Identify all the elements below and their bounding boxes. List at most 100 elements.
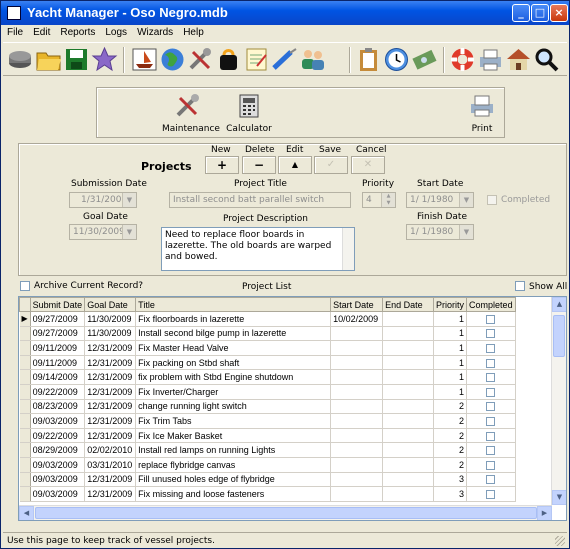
folder-icon[interactable] (35, 46, 62, 73)
cell-goal-date[interactable]: 11/30/2009 (84, 326, 137, 342)
dropdown-arrow-icon[interactable]: ▼ (122, 193, 136, 207)
cell-priority[interactable]: 1 (433, 326, 468, 342)
cell-goal-date[interactable]: 12/31/2009 (84, 413, 137, 429)
cell-submit-date[interactable]: 09/22/2009 (30, 428, 86, 444)
archive-checkbox[interactable] (20, 281, 30, 291)
cell-title[interactable]: Fix Inverter/Charger (135, 384, 332, 400)
completed-row-checkbox[interactable] (486, 387, 496, 397)
row-selector[interactable] (19, 369, 31, 385)
completed-row-checkbox[interactable] (486, 489, 496, 499)
notepad-icon[interactable] (243, 46, 270, 73)
cell-submit-date[interactable]: 09/03/2009 (30, 457, 86, 473)
cell-start-date[interactable] (330, 399, 384, 415)
dropdown-arrow-icon[interactable]: ▼ (459, 225, 473, 239)
row-selector[interactable] (19, 442, 31, 458)
table-row[interactable]: 09/11/2009 12/31/2009 Fix packing on Stbd … (19, 355, 567, 371)
completed-row-checkbox[interactable] (486, 358, 496, 368)
cell-goal-date[interactable]: 12/31/2009 (84, 384, 137, 400)
table-row[interactable]: 09/14/2009 12/31/2009 fix problem with Stb… (19, 369, 567, 385)
printer-icon[interactable] (477, 46, 504, 73)
goal-date-field[interactable]: 11/30/2009 ▼ (69, 224, 137, 240)
col-title[interactable]: Title (135, 297, 332, 312)
cell-submit-date[interactable]: 09/11/2009 (30, 340, 86, 356)
project-description-field[interactable]: Need to replace floor boards in lazerett… (161, 227, 355, 271)
completed-row-checkbox[interactable] (486, 373, 496, 383)
completed-row-checkbox[interactable] (486, 417, 496, 427)
save-button[interactable]: ✓ (314, 156, 348, 174)
lifebuoy-icon[interactable] (449, 46, 476, 73)
delete-button[interactable]: − (242, 156, 276, 174)
table-row[interactable]: 09/11/2009 12/31/2009 Fix Master Head Valv… (19, 340, 567, 356)
cell-priority[interactable]: 1 (433, 384, 468, 400)
table-row[interactable]: 08/29/2009 02/02/2010 Install red lamps on… (19, 442, 567, 458)
spin-arrows-icon[interactable]: ▲ ▼ (381, 193, 395, 207)
cell-end-date[interactable] (382, 369, 435, 385)
cancel-button[interactable]: ✕ (351, 156, 385, 174)
maintenance-button[interactable]: Maintenance (162, 93, 220, 134)
cell-end-date[interactable] (382, 442, 435, 458)
current-row-indicator-icon[interactable]: ▶ (19, 311, 31, 327)
row-selector[interactable] (19, 413, 31, 429)
cell-goal-date[interactable]: 12/31/2009 (84, 399, 137, 415)
menu-wizards[interactable]: Wizards (131, 25, 177, 38)
table-row[interactable]: 09/03/2009 12/31/2009 Fix missing and loos… (19, 486, 567, 502)
cell-priority[interactable]: 3 (433, 486, 468, 502)
star-icon[interactable] (91, 46, 118, 73)
cell-start-date[interactable] (330, 340, 384, 356)
table-row[interactable]: 09/03/2009 12/31/2009 Fix Trim Tabs 2 (19, 413, 567, 429)
col-submit-date[interactable]: Submit Date (29, 297, 86, 312)
table-row[interactable]: 09/03/2009 12/31/2009 Fill unused holes ed… (19, 472, 567, 488)
col-start-date[interactable]: Start Date (330, 297, 384, 312)
completed-row-checkbox[interactable] (486, 446, 496, 456)
edit-button[interactable]: ▲ (278, 156, 312, 174)
cell-title[interactable]: Install red lamps on running Lights (135, 442, 332, 458)
cell-end-date[interactable] (382, 340, 435, 356)
cell-start-date[interactable]: 10/02/2009 (330, 311, 384, 327)
cell-priority[interactable]: 2 (433, 457, 468, 473)
cell-end-date[interactable] (382, 311, 435, 327)
cell-submit-date[interactable]: 09/22/2009 (30, 384, 86, 400)
col-goal-date[interactable]: Goal Date (84, 297, 137, 312)
table-row[interactable]: 08/23/2009 12/31/2009 change running light… (19, 399, 567, 415)
drill-icon[interactable] (271, 46, 298, 73)
cell-end-date[interactable] (382, 384, 435, 400)
cell-priority[interactable]: 1 (433, 311, 468, 327)
row-selector[interactable] (19, 384, 31, 400)
money-icon[interactable] (411, 46, 438, 73)
cell-title[interactable]: Fix missing and loose fasteners (135, 486, 332, 502)
magnifier-icon[interactable] (533, 46, 560, 73)
description-scrollbar[interactable] (342, 228, 354, 270)
cell-end-date[interactable] (382, 399, 435, 415)
submission-date-field[interactable]: 1/31/2009 ▼ (69, 192, 137, 208)
cell-start-date[interactable] (330, 413, 384, 429)
cell-submit-date[interactable]: 09/03/2009 (30, 472, 86, 488)
cell-title[interactable]: Fix packing on Stbd shaft (135, 355, 332, 371)
cell-priority[interactable]: 1 (433, 340, 468, 356)
disk-icon[interactable] (7, 46, 34, 73)
scroll-left-icon[interactable]: ◀ (19, 506, 34, 520)
row-selector[interactable] (19, 457, 31, 473)
close-button[interactable]: × (550, 4, 568, 22)
cell-priority[interactable]: 2 (433, 399, 468, 415)
cell-start-date[interactable] (330, 326, 384, 342)
cell-submit-date[interactable]: 08/23/2009 (30, 399, 86, 415)
cell-submit-date[interactable]: 09/27/2009 (30, 311, 86, 327)
dropdown-arrow-icon[interactable]: ▼ (122, 225, 136, 239)
col-completed[interactable]: Completed (466, 297, 516, 312)
table-row[interactable]: 09/03/2009 03/31/2010 replace flybridge ca… (19, 457, 567, 473)
calculator-button[interactable]: Calculator (225, 93, 273, 134)
menu-edit[interactable]: Edit (27, 25, 54, 38)
priority-stepper[interactable]: 4 ▲ ▼ (362, 192, 396, 208)
cell-submit-date[interactable]: 08/29/2009 (30, 442, 86, 458)
boat-icon[interactable] (131, 46, 158, 73)
cell-start-date[interactable] (330, 442, 384, 458)
globe-icon[interactable] (159, 46, 186, 73)
resize-grip[interactable] (555, 536, 565, 546)
cell-start-date[interactable] (330, 472, 384, 488)
house-icon[interactable] (505, 46, 532, 73)
vertical-scroll-thumb[interactable] (553, 315, 565, 357)
cell-title[interactable]: Install second bilge pump in lazerette (135, 326, 332, 342)
menu-logs[interactable]: Logs (99, 25, 131, 38)
cell-end-date[interactable] (382, 457, 435, 473)
print-button[interactable]: Print (467, 93, 497, 134)
